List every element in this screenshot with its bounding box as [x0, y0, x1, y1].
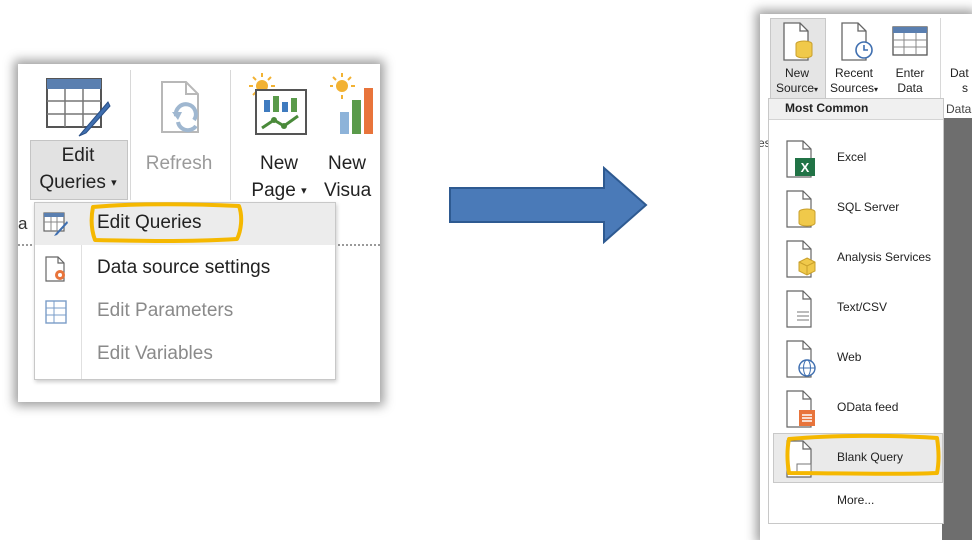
new-source-label-line2: Source▾	[775, 81, 819, 95]
new-source-button[interactable]: New Source▾	[770, 18, 826, 100]
menu-item-data-source-settings[interactable]: Data source settings	[35, 248, 335, 290]
edit-queries-dropdown-menu: Edit Queries Data source settings Edit P…	[34, 202, 336, 380]
svg-text:X: X	[801, 160, 810, 175]
new-visual-icon	[330, 73, 373, 134]
dropdown-caret-icon: ▾	[301, 185, 307, 197]
partial-left-text: a	[18, 214, 28, 233]
partial-button-label-line2: s	[962, 81, 968, 95]
new-source-label-line1: New	[784, 66, 809, 80]
menu-item-label: Edit Parameters	[97, 300, 234, 321]
left-screenshot-panel: a Edit Queries ▾ Refresh New Page ▾ New …	[18, 64, 380, 402]
menu-item-text-csv[interactable]: Text/CSV	[769, 283, 943, 333]
menu-header: Most Common	[785, 101, 869, 115]
dropdown-caret-icon: ▾	[111, 177, 117, 189]
menu-item-sql-server[interactable]: SQL Server	[769, 183, 943, 233]
new-visual-label-line1: New	[328, 153, 367, 174]
new-visual-button[interactable]: New Visua	[324, 70, 380, 201]
new-source-dropdown-menu: Most Common X Excel SQL Server Analysis …	[768, 98, 944, 524]
edit-queries-ribbon-button[interactable]: Edit Queries ▾	[30, 70, 128, 200]
menu-item-odata-feed[interactable]: OData feed	[769, 383, 943, 433]
menu-item-blank-query[interactable]: Blank Query	[769, 433, 943, 483]
menu-item-edit-variables[interactable]: Edit Variables	[35, 334, 335, 376]
menu-item-analysis-services[interactable]: Analysis Services	[769, 233, 943, 283]
odata-feed-icon	[786, 390, 815, 428]
refresh-button[interactable]: Refresh	[136, 70, 222, 200]
edit-queries-table-icon	[46, 78, 111, 137]
enter-data-table-icon	[892, 26, 928, 56]
canvas-background	[942, 118, 972, 540]
dropdown-caret-icon: ▾	[814, 85, 819, 94]
menu-item-edit-parameters[interactable]: Edit Parameters	[35, 291, 335, 333]
yellow-highlight-marker	[89, 202, 244, 243]
menu-item-excel[interactable]: X Excel	[769, 133, 943, 183]
edit-queries-icon	[43, 212, 68, 236]
right-arrow-icon	[449, 166, 648, 244]
edit-queries-label-line1: Edit	[61, 145, 95, 166]
ribbon-group-label: Data	[946, 102, 972, 116]
dropdown-caret-icon: ▾	[874, 85, 879, 94]
menu-item-label: More...	[837, 493, 875, 507]
menu-item-label: SQL Server	[837, 200, 900, 214]
recent-sources-label-line2: Sources▾	[829, 81, 879, 95]
right-screenshot-panel: New Source▾ Recent Sources▾ Enter Data D…	[760, 14, 972, 540]
new-page-label-line1: New	[259, 153, 298, 174]
recent-sources-button[interactable]: Recent Sources▾	[826, 18, 882, 98]
web-icon	[786, 340, 816, 378]
excel-icon: X	[786, 140, 815, 178]
menu-item-web[interactable]: Web	[769, 333, 943, 383]
menu-item-more[interactable]: More...	[769, 487, 943, 517]
data-source-settings-icon	[45, 256, 65, 282]
menu-item-edit-queries[interactable]: Edit Queries	[35, 202, 335, 245]
menu-item-label: Analysis Services	[837, 250, 932, 264]
menu-item-label: Excel	[837, 150, 867, 164]
recent-sources-icon	[841, 22, 873, 61]
new-source-icon	[783, 22, 813, 61]
ribbon-separator	[130, 70, 131, 200]
menu-item-label: OData feed	[837, 400, 899, 414]
recent-sources-label-line1: Recent	[834, 66, 874, 80]
menu-item-label: Edit Variables	[97, 343, 213, 364]
text-csv-icon	[786, 290, 812, 328]
refresh-label: Refresh	[145, 153, 213, 174]
enter-data-button[interactable]: Enter Data	[884, 18, 936, 98]
new-page-button[interactable]: New Page ▾	[240, 70, 318, 201]
enter-data-label-line2: Data	[897, 81, 923, 95]
menu-item-label: Web	[837, 350, 862, 364]
menu-header-bar: Most Common	[769, 99, 943, 120]
edit-parameters-icon	[45, 300, 67, 324]
new-page-icon	[249, 73, 307, 135]
new-page-label-line2: Page ▾	[251, 180, 307, 201]
sql-server-icon	[786, 190, 816, 228]
menu-item-label: Text/CSV	[837, 300, 888, 314]
menu-item-label: Data source settings	[97, 257, 271, 278]
enter-data-label-line1: Enter	[895, 66, 925, 80]
new-visual-label-line2: Visua	[324, 180, 372, 201]
yellow-highlight-marker	[785, 433, 941, 476]
refresh-icon	[161, 81, 199, 133]
ribbon-separator	[230, 70, 231, 200]
partial-ribbon-button[interactable]: Dat s	[944, 18, 972, 98]
analysis-services-icon	[786, 240, 816, 278]
edit-queries-label-line2: Queries ▾	[39, 172, 117, 193]
partial-button-label-line1: Dat	[950, 66, 969, 80]
